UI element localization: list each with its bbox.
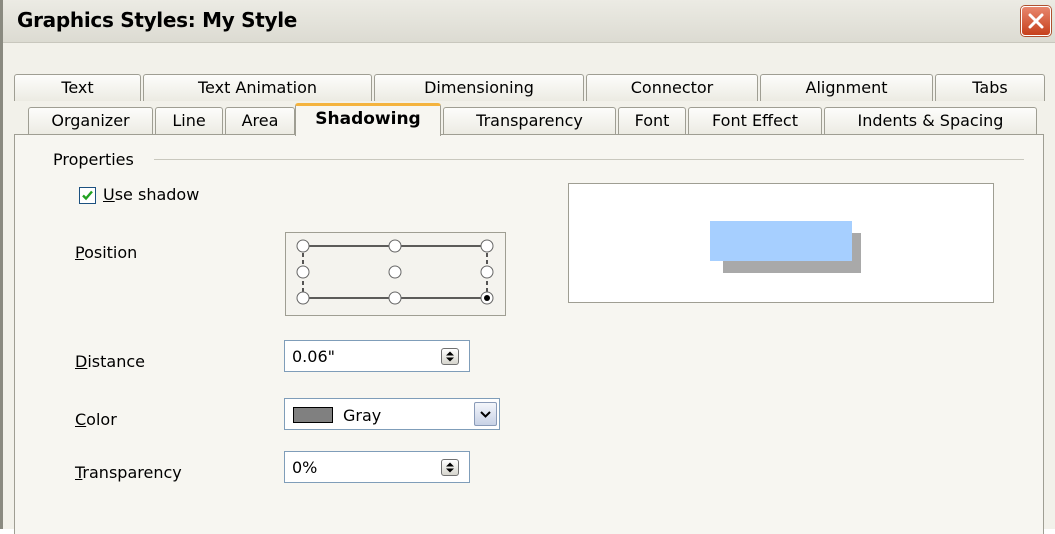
tab-shadowing[interactable]: Shadowing <box>295 103 441 136</box>
section-divider <box>154 159 1024 160</box>
transparency-label: Transparency <box>75 463 182 482</box>
shadow-preview <box>568 183 994 303</box>
color-dropdown[interactable]: Gray <box>284 398 500 430</box>
position-radio-top-center[interactable] <box>388 239 402 253</box>
distance-field[interactable]: 0.06" <box>284 340 470 372</box>
color-label: Color <box>75 410 117 429</box>
tab-font[interactable]: Font <box>618 107 686 134</box>
distance-spin-button[interactable] <box>441 348 459 365</box>
position-selector[interactable] <box>285 232 506 316</box>
transparency-field[interactable]: 0% <box>284 451 470 483</box>
chevron-down-icon <box>480 411 491 418</box>
tab-indents-spacing[interactable]: Indents & Spacing <box>824 107 1037 134</box>
tab-area[interactable]: Area <box>225 107 295 134</box>
tab-text-animation[interactable]: Text Animation <box>143 74 372 101</box>
position-radio-bottom-left[interactable] <box>296 291 310 305</box>
preview-object <box>710 221 852 261</box>
tab-tabs[interactable]: Tabs <box>935 74 1045 101</box>
spin-arrows-icon <box>446 351 454 362</box>
use-shadow-label[interactable]: Use shadow <box>103 185 199 204</box>
close-button[interactable] <box>1021 6 1051 36</box>
position-radio-bottom-right[interactable] <box>480 291 494 305</box>
color-value: Gray <box>343 406 382 425</box>
section-label-properties: Properties <box>53 150 134 169</box>
position-grid <box>296 239 494 305</box>
tab-connector[interactable]: Connector <box>586 74 758 101</box>
transparency-value: 0% <box>292 458 318 477</box>
color-swatch <box>293 407 333 423</box>
position-radio-top-left[interactable] <box>296 239 310 253</box>
tab-alignment[interactable]: Alignment <box>760 74 933 101</box>
position-label: Position <box>75 243 138 262</box>
tab-transparency[interactable]: Transparency <box>443 107 616 134</box>
position-radio-middle-left[interactable] <box>296 265 310 279</box>
title-bar[interactable]: Graphics Styles: My Style <box>3 0 1055 43</box>
position-radio-top-right[interactable] <box>480 239 494 253</box>
window-title: Graphics Styles: My Style <box>17 8 298 32</box>
position-radio-center[interactable] <box>388 265 402 279</box>
tab-organizer[interactable]: Organizer <box>28 107 153 134</box>
position-radio-bottom-center[interactable] <box>388 291 402 305</box>
tab-dimensioning[interactable]: Dimensioning <box>374 74 584 101</box>
spin-arrows-icon <box>446 462 454 473</box>
use-shadow-checkbox[interactable] <box>79 187 96 204</box>
distance-label: Distance <box>75 352 145 371</box>
distance-value: 0.06" <box>292 347 335 366</box>
close-icon <box>1028 13 1044 29</box>
tab-font-effect[interactable]: Font Effect <box>688 107 822 134</box>
color-dropdown-button[interactable] <box>474 402 497 426</box>
position-radio-middle-right[interactable] <box>480 265 494 279</box>
transparency-spin-button[interactable] <box>441 459 459 476</box>
checkmark-icon <box>82 190 93 201</box>
tab-line[interactable]: Line <box>155 107 223 134</box>
tab-text[interactable]: Text <box>14 74 141 101</box>
